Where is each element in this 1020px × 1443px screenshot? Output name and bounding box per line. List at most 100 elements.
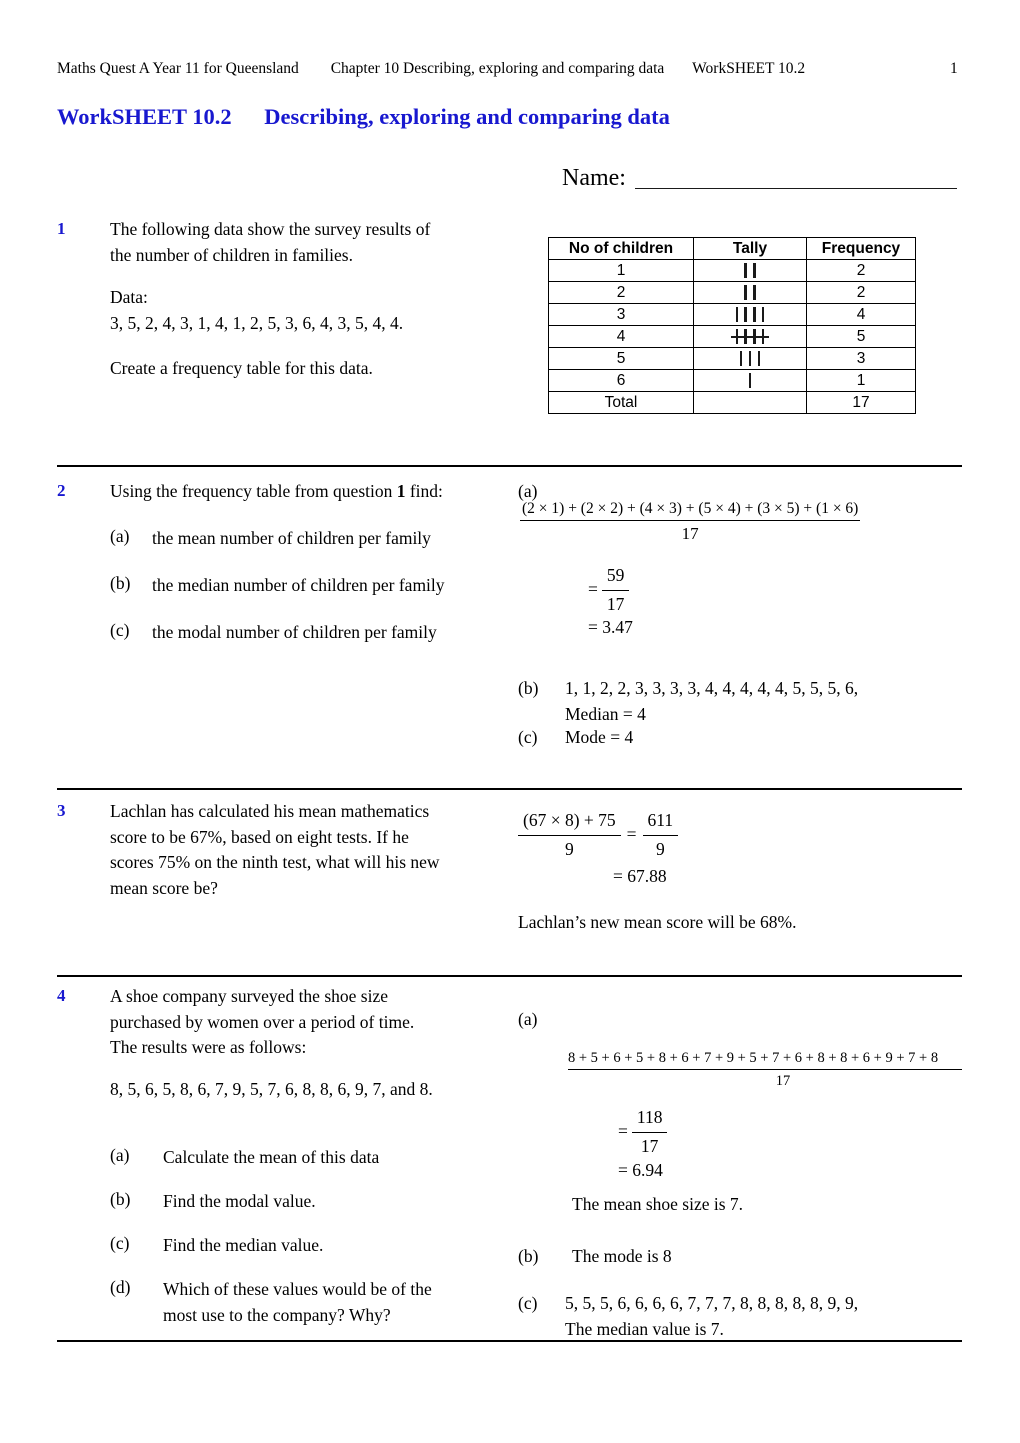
tally-bundle-stroke bbox=[731, 335, 769, 338]
question-3-denominator-1: 9 bbox=[564, 838, 574, 859]
tally-stroke bbox=[753, 262, 756, 278]
separator-rule-1 bbox=[57, 465, 962, 467]
question-1-line-2: the number of children in families. bbox=[110, 244, 353, 265]
page-title: WorkSHEET 10.2 Describing, exploring and… bbox=[57, 104, 670, 130]
question-2-answer-c-result: Mode = 4 bbox=[565, 727, 634, 747]
question-3-numerator-1: (67 × 8) + 75 bbox=[518, 808, 621, 836]
question-4-line-3: The results were as follows: bbox=[110, 1037, 307, 1057]
worksheet-page: Maths Quest A Year 11 for Queensland Cha… bbox=[0, 0, 1020, 1443]
question-3-answer-step-2: = 67.88 bbox=[613, 866, 667, 886]
table-row: 34 bbox=[548, 303, 916, 326]
question-1-data-values: 3, 5, 2, 4, 3, 1, 4, 1, 2, 5, 3, 6, 4, 3… bbox=[110, 313, 404, 333]
question-4-answer-a-marker: (a) bbox=[518, 1009, 538, 1029]
cell-frequency: 4 bbox=[806, 303, 916, 326]
cell-total-label: Total bbox=[548, 391, 694, 414]
page-title-number: WorkSHEET 10.2 bbox=[57, 104, 232, 129]
question-3-number: 3 bbox=[57, 801, 66, 820]
tally-marks bbox=[737, 350, 763, 366]
cell-tally bbox=[693, 303, 807, 326]
question-2-part-c-text: the modal number of children per family bbox=[152, 622, 437, 642]
cell-children: 4 bbox=[548, 325, 694, 348]
question-4-number: 4 bbox=[57, 986, 66, 1005]
question-4-part-c-text: Find the median value. bbox=[163, 1235, 324, 1255]
question-2-answer-a-num-2: 59 bbox=[601, 563, 630, 591]
tally-stroke bbox=[735, 306, 739, 322]
question-4-answer-b-result: The mode is 8 bbox=[572, 1246, 672, 1266]
question-4-answer-a-conclusion: The mean shoe size is 7. bbox=[572, 1194, 744, 1214]
header-page-number: 1 bbox=[950, 60, 958, 77]
question-4-answer-a-fraction-2: 118 17 bbox=[631, 1105, 668, 1159]
question-2-part-b-text: the median number of children per family bbox=[152, 575, 445, 595]
question-2-answer-a-step-2: = 3.47 bbox=[588, 617, 633, 637]
name-input-line[interactable] bbox=[635, 188, 957, 189]
question-2-answer-a-step-1: = 59 17 bbox=[588, 563, 630, 617]
header-worksheet-code: WorkSHEET 10.2 bbox=[692, 60, 806, 77]
cell-frequency: 1 bbox=[806, 369, 916, 392]
question-1-number: 1 bbox=[57, 219, 66, 238]
page-title-subject: Describing, exploring and comparing data bbox=[264, 104, 670, 129]
question-1-instruction: Create a frequency table for this data. bbox=[110, 358, 373, 378]
question-2-answer-b-result: Median = 4 bbox=[565, 703, 646, 724]
cell-tally bbox=[693, 259, 807, 282]
cell-children: 3 bbox=[548, 303, 694, 326]
question-2-stem-post: find: bbox=[409, 481, 443, 501]
question-4-text: A shoe company surveyed the shoe size pu… bbox=[110, 984, 510, 1061]
question-3-denominator-2: 9 bbox=[655, 838, 665, 859]
frequency-table: No of children Tally Frequency 122234455… bbox=[548, 237, 916, 414]
cell-total-tally bbox=[693, 391, 807, 414]
question-4-answer-c-list: 5, 5, 5, 6, 6, 6, 6, 7, 7, 7, 8, 8, 8, 8… bbox=[565, 1293, 859, 1313]
table-row: 22 bbox=[548, 281, 916, 304]
separator-rule-4 bbox=[57, 1340, 962, 1342]
question-2-part-c-marker: (c) bbox=[110, 620, 130, 640]
table-row: 45 bbox=[548, 325, 916, 348]
question-2-answer-a-fraction: (2 × 1) + (2 × 2) + (4 × 3) + (5 × 4) + … bbox=[520, 500, 861, 544]
question-3-conclusion: Lachlan’s new mean score will be 68%. bbox=[518, 912, 797, 932]
table-row: 53 bbox=[548, 347, 916, 370]
question-4-line-2: purchased by women over a period of time… bbox=[110, 1011, 415, 1032]
question-4-part-d-line-1: Which of these values would be of the bbox=[163, 1279, 432, 1299]
cell-total-frequency: 17 bbox=[806, 391, 916, 414]
cell-children: 5 bbox=[548, 347, 694, 370]
tally-stroke bbox=[757, 350, 760, 366]
frequency-table-body: 1 2 2 2 3 4 4 5 5 3 6 1 Total 17 bbox=[548, 259, 916, 414]
question-3-line-3: scores 75% on the ninth test, what will … bbox=[110, 852, 440, 872]
question-4-answer-b-marker: (b) bbox=[518, 1246, 539, 1266]
tally-stroke bbox=[748, 350, 752, 366]
tally-stroke bbox=[744, 262, 747, 278]
cell-children: 6 bbox=[548, 369, 694, 392]
cell-children: 1 bbox=[548, 259, 694, 282]
tally-stroke bbox=[744, 284, 747, 300]
question-4-answer-a-equals-1: = bbox=[618, 1121, 628, 1142]
question-3-fraction-2: 611 9 bbox=[642, 808, 679, 862]
cell-tally bbox=[693, 281, 807, 304]
question-3-fraction-1: (67 × 8) + 75 9 bbox=[518, 808, 621, 862]
question-1-data-label: Data: bbox=[110, 287, 148, 307]
name-label: Name: bbox=[562, 165, 626, 191]
question-2-answer-a-denominator: 17 bbox=[681, 524, 699, 543]
table-header-frequency: Frequency bbox=[806, 237, 916, 260]
table-header-row: No of children Tally Frequency bbox=[548, 237, 916, 260]
tally-stroke bbox=[753, 284, 756, 300]
question-2-stem: Using the frequency table from question … bbox=[110, 479, 443, 505]
tally-marks bbox=[732, 306, 767, 322]
cell-frequency: 3 bbox=[806, 347, 916, 370]
cell-frequency: 2 bbox=[806, 281, 916, 304]
question-2-answer-b-list: 1, 1, 2, 2, 3, 3, 3, 3, 4, 4, 4, 4, 4, 5… bbox=[565, 678, 859, 698]
question-3-answer-equation: (67 × 8) + 75 9 = 611 9 bbox=[518, 808, 679, 862]
question-4-answer-a-step-2: = 6.94 bbox=[618, 1160, 663, 1180]
tally-marks bbox=[741, 284, 759, 300]
header-chapter: Chapter 10 Describing, exploring and com… bbox=[330, 60, 665, 77]
question-2-part-a-text: the mean number of children per family bbox=[152, 528, 431, 548]
question-2-answer-b: 1, 1, 2, 2, 3, 3, 3, 3, 4, 4, 4, 4, 4, 5… bbox=[565, 676, 965, 727]
question-1-text: The following data show the survey resul… bbox=[110, 217, 510, 268]
header-book-title: Maths Quest A Year 11 for Queensland bbox=[57, 60, 299, 77]
cell-tally bbox=[693, 325, 807, 348]
question-4-part-a-text: Calculate the mean of this data bbox=[163, 1147, 380, 1167]
tally-stroke bbox=[740, 350, 743, 366]
separator-rule-3 bbox=[57, 975, 962, 977]
question-3-numerator-2: 611 bbox=[642, 808, 679, 836]
question-4-answer-a-step-1: = 118 17 bbox=[618, 1105, 668, 1159]
question-3-equals-sign: = bbox=[626, 824, 637, 845]
question-4-line-1: A shoe company surveyed the shoe size bbox=[110, 986, 388, 1006]
question-4-answer-c: 5, 5, 5, 6, 6, 6, 6, 7, 7, 7, 8, 8, 8, 8… bbox=[565, 1291, 965, 1342]
